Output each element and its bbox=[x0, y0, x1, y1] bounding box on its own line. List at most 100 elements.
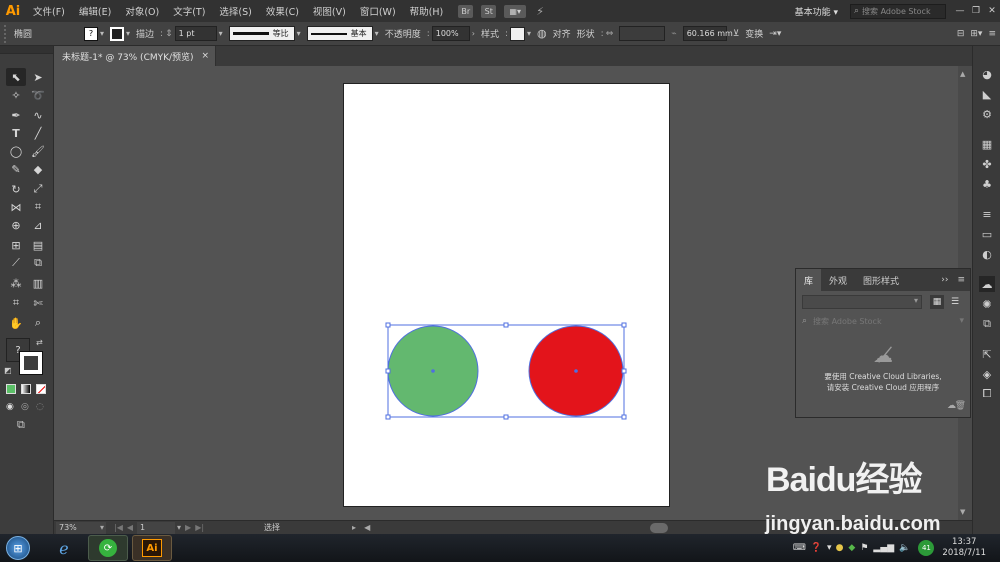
fill-swatch[interactable]: ? ▾ bbox=[84, 26, 104, 41]
brush-definition[interactable]: 基本 ▾ bbox=[306, 26, 379, 41]
artboards-icon[interactable]: ⧠ bbox=[979, 386, 995, 402]
gradient-icon[interactable]: ▭ bbox=[979, 226, 995, 242]
prev-artboard-icon[interactable]: ◀ bbox=[127, 523, 133, 532]
pie-angle-icon[interactable]: ⊻ bbox=[733, 29, 740, 39]
type-tool-icon[interactable]: T bbox=[6, 124, 26, 142]
link-icon[interactable]: ⌁ bbox=[671, 29, 676, 39]
draw-normal-icon[interactable]: ◉ bbox=[6, 402, 14, 412]
graphic-styles-icon[interactable]: ⧉ bbox=[979, 316, 995, 332]
stroke-label[interactable]: 描边 bbox=[136, 27, 154, 40]
clock[interactable]: 13:37 2018/7/11 bbox=[942, 537, 986, 559]
scale-tool-icon[interactable]: ⤢ bbox=[28, 180, 48, 198]
cc-libraries-icon[interactable]: ⚙ bbox=[979, 106, 995, 122]
menu-view[interactable]: 视图(V) bbox=[306, 4, 353, 18]
isolate-icon[interactable]: ⊟ bbox=[957, 29, 965, 39]
security-icon[interactable]: ● bbox=[836, 543, 844, 553]
selection-overlay[interactable] bbox=[380, 318, 632, 424]
close-icon[interactable]: × bbox=[201, 51, 209, 61]
arrange-documents-button[interactable]: ▦▾ bbox=[504, 4, 527, 18]
menu-edit[interactable]: 编辑(E) bbox=[72, 4, 118, 18]
document-tab[interactable]: 未标题-1* @ 73% (CMYK/预览) × bbox=[54, 46, 216, 66]
swatches-icon[interactable]: ▦ bbox=[979, 136, 995, 152]
symbol-sprayer-tool-icon[interactable]: ⁂ bbox=[6, 274, 26, 292]
taskbar-illustrator-app[interactable]: Ai bbox=[132, 535, 172, 561]
color-guide-icon[interactable]: ◣ bbox=[979, 86, 995, 102]
library-dropdown[interactable]: ▾ bbox=[802, 295, 922, 309]
menu-file[interactable]: 文件(F) bbox=[26, 4, 72, 18]
blend-tool-icon[interactable]: ⧉ bbox=[28, 254, 48, 272]
menu-effect[interactable]: 效果(C) bbox=[259, 4, 306, 18]
tab-appearance[interactable]: 外观 bbox=[821, 269, 855, 291]
keyboard-icon[interactable]: ⌨ bbox=[793, 543, 806, 553]
magic-wand-tool-icon[interactable]: ✧ bbox=[6, 86, 26, 104]
artboard-tool-icon[interactable]: ⌗ bbox=[6, 294, 26, 312]
tray-expand-icon[interactable]: ▾ bbox=[827, 543, 832, 553]
paintbrush-tool-icon[interactable]: 🖌 bbox=[28, 142, 48, 160]
opacity-control[interactable]: 100% › bbox=[431, 26, 475, 41]
stroke-weight-field[interactable]: 1 pt bbox=[174, 26, 217, 41]
status-menu-icon[interactable]: ▸ bbox=[352, 523, 356, 532]
rotate-tool-icon[interactable]: ↻ bbox=[6, 180, 26, 198]
menu-help[interactable]: 帮助(H) bbox=[403, 4, 451, 18]
stroke-icon[interactable]: ≡ bbox=[979, 206, 995, 222]
next-artboard-icon[interactable]: ▶ bbox=[185, 523, 191, 532]
selection-tool-icon[interactable]: ⬉ bbox=[6, 68, 26, 86]
maximize-button[interactable]: ❐ bbox=[968, 6, 984, 16]
artboard-number-field[interactable]: 1 bbox=[137, 521, 176, 534]
stroke-box[interactable] bbox=[19, 351, 43, 375]
gradient-tool-icon[interactable]: ▤ bbox=[28, 236, 48, 254]
first-artboard-icon[interactable]: |◀ bbox=[114, 523, 123, 532]
ellipse-tool-icon[interactable]: ◯ bbox=[6, 142, 26, 160]
perspective-grid-tool-icon[interactable]: ⊿ bbox=[28, 216, 48, 234]
color-mode-icon[interactable] bbox=[6, 384, 16, 394]
column-graph-tool-icon[interactable]: ▥ bbox=[28, 274, 48, 292]
close-window-button[interactable]: ✕ bbox=[984, 6, 1000, 16]
volume-icon[interactable]: 🔈 bbox=[899, 543, 910, 553]
scroll-up-icon[interactable]: ▲ bbox=[960, 70, 965, 78]
slice-tool-icon[interactable]: ✄ bbox=[28, 294, 48, 312]
transparency-icon[interactable]: ◐ bbox=[979, 246, 995, 262]
screen-mode-icon[interactable]: ⧉ bbox=[17, 418, 25, 432]
help-icon[interactable]: ❓ bbox=[811, 543, 822, 553]
draw-behind-icon[interactable]: ◎ bbox=[21, 402, 29, 412]
direct-selection-tool-icon[interactable]: ➤ bbox=[28, 68, 48, 86]
brushes-icon[interactable]: ✤ bbox=[979, 156, 995, 172]
zoom-select[interactable]: 73% ▾ bbox=[56, 521, 106, 534]
line-tool-icon[interactable]: ╱ bbox=[28, 124, 48, 142]
shape-width-field[interactable] bbox=[619, 26, 666, 41]
symbols-icon[interactable]: ♣ bbox=[979, 176, 995, 192]
scroll-left-icon[interactable]: ◀ bbox=[364, 523, 370, 532]
artboard[interactable] bbox=[343, 83, 670, 507]
ellipse-width-field[interactable]: 60.166 mm bbox=[682, 26, 733, 41]
workspace-switcher[interactable]: 基本功能 ▾ bbox=[789, 5, 844, 18]
menu-type[interactable]: 文字(T) bbox=[166, 4, 212, 18]
tray-app-icon[interactable]: ◆ bbox=[848, 543, 855, 553]
swap-colors-icon[interactable]: ⇄ bbox=[36, 338, 43, 347]
layers-icon[interactable]: ◈ bbox=[979, 366, 995, 382]
taskbar-green-app[interactable]: ⟳ bbox=[88, 535, 128, 561]
color-icon[interactable]: ◕ bbox=[979, 66, 995, 82]
select-similar-icon[interactable]: ⊞▾ bbox=[970, 29, 982, 39]
list-view-icon[interactable]: ☰ bbox=[948, 295, 962, 309]
start-button[interactable]: ⊞ bbox=[0, 534, 36, 562]
stroke-weight-stepper[interactable]: ⇕ 1 pt ▾ bbox=[165, 26, 223, 41]
trash-icon[interactable]: 🗑 bbox=[955, 401, 966, 411]
gradient-mode-icon[interactable] bbox=[21, 384, 31, 394]
minimize-button[interactable]: — bbox=[952, 6, 968, 16]
flag-icon[interactable]: ⚑ bbox=[860, 543, 868, 553]
collapse-panel-icon[interactable]: ›› bbox=[937, 275, 952, 285]
network-icon[interactable]: ▂▄▆ bbox=[873, 543, 894, 553]
grid-view-icon[interactable]: ▦ bbox=[930, 295, 944, 309]
last-artboard-icon[interactable]: ▶| bbox=[195, 523, 204, 532]
badge-count[interactable]: 41 bbox=[918, 540, 935, 556]
lasso-tool-icon[interactable]: ➰ bbox=[28, 86, 48, 104]
tab-libraries[interactable]: 库 bbox=[796, 269, 822, 291]
menu-select[interactable]: 选择(S) bbox=[212, 4, 258, 18]
curvature-tool-icon[interactable]: ∿ bbox=[28, 106, 48, 124]
stock-button[interactable]: St bbox=[481, 4, 497, 18]
panel-menu-icon[interactable]: ≡ bbox=[952, 275, 970, 285]
panel-search[interactable]: ⌕ 搜索 Adobe Stock ▾ bbox=[796, 313, 970, 329]
width-tool-icon[interactable]: ⋈ bbox=[6, 198, 26, 216]
menu-window[interactable]: 窗口(W) bbox=[353, 4, 403, 18]
reference-point-icon[interactable]: ⇥▾ bbox=[769, 29, 781, 39]
